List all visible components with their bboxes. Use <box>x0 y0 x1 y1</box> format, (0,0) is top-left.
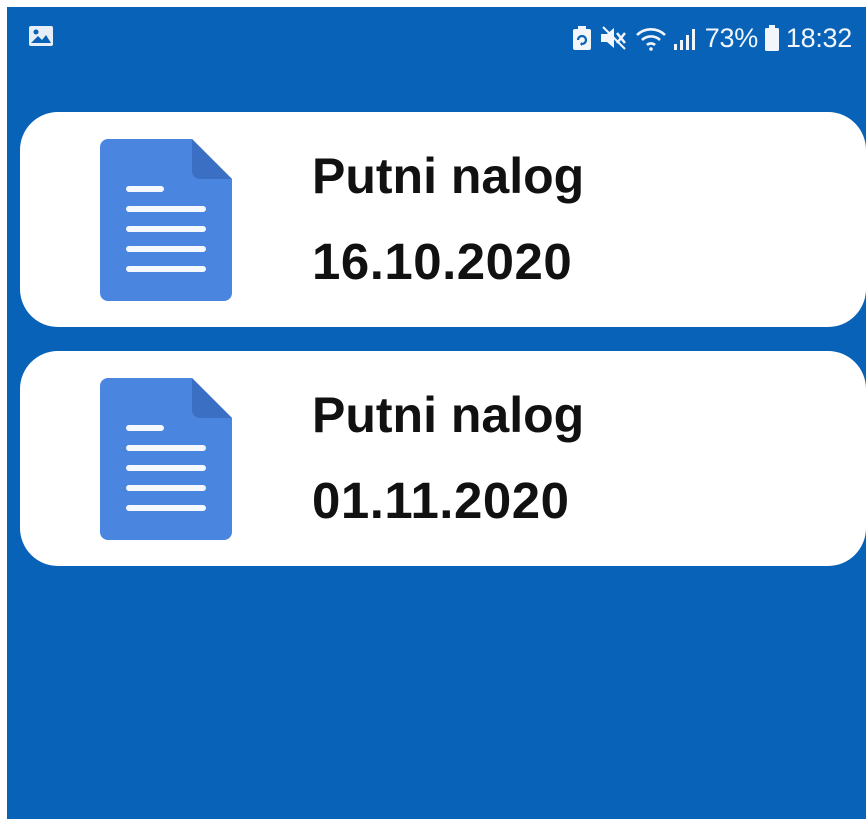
battery-percent: 73% <box>704 22 758 53</box>
signal-icon <box>673 29 695 50</box>
status-bar: 73% 18:32 <box>7 7 866 69</box>
gallery-icon <box>29 26 53 46</box>
document-title: Putni nalog <box>312 387 585 443</box>
battery-icon <box>764 25 779 51</box>
app-screen: 73% 18:32 Putni nalog 16.10.2020 Putni n… <box>7 7 866 819</box>
document-icon <box>100 378 232 540</box>
wifi-icon <box>635 28 666 51</box>
document-title: Putni nalog <box>312 148 585 204</box>
document-date: 01.11.2020 <box>312 472 570 529</box>
mute-icon <box>600 26 626 50</box>
document-icon <box>100 139 232 301</box>
document-card[interactable]: Putni nalog 16.10.2020 <box>20 112 866 327</box>
status-icons: 73% 18:32 <box>571 19 852 57</box>
document-card[interactable]: Putni nalog 01.11.2020 <box>20 351 866 566</box>
document-date: 16.10.2020 <box>312 233 573 290</box>
battery-saver-icon <box>572 26 591 50</box>
status-time: 18:32 <box>785 22 852 53</box>
